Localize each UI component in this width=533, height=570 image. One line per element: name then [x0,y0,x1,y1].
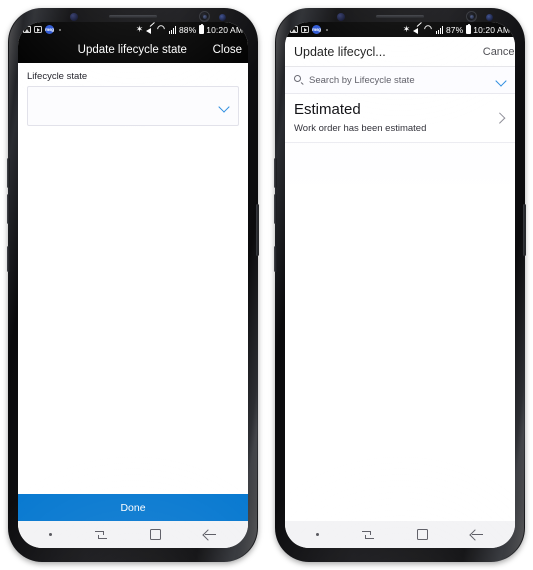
list-item-title: Estimated [294,101,361,118]
lifecycle-state-list: Estimated Work order has been estimated [285,94,515,143]
phone-device-right: msg ✶ 87% 10:20 AM Update lifecycl... Ca… [274,8,526,562]
lifecycle-state-label: Lifecycle state [27,71,88,82]
play-store-icon [301,26,309,33]
screen-right: msg ✶ 87% 10:20 AM Update lifecycl... Ca… [285,22,515,548]
app-badge-icon: msg [45,25,54,34]
battery-icon [198,24,204,34]
volume-up-button-right[interactable] [274,158,277,188]
volume-up-button[interactable] [7,158,10,188]
bluetooth-icon: ✶ [135,24,144,34]
status-bar-right: msg ✶ 87% 10:20 AM [285,22,515,37]
play-store-icon [34,26,42,33]
cancel-button[interactable]: Cancel [483,46,515,58]
battery-percent-label: 87% [445,24,464,35]
scene-root: msg ✶ 88% 10:20 AM Update lifecycle stat… [0,0,533,570]
assistant-button[interactable] [7,246,10,272]
wifi-icon [157,26,166,34]
gallery-icon [290,26,298,33]
signal-icon [435,26,444,34]
done-button[interactable]: Done [18,494,248,521]
overflow-dot-icon [59,28,61,31]
home-icon[interactable] [417,529,429,540]
status-bar-left-icons-right: msg [290,25,328,34]
list-item-subtitle: Work order has been estimated [294,122,427,134]
back-icon[interactable] [204,529,217,540]
notification-led-icon [486,14,493,21]
notification-led-icon [219,14,226,21]
status-bar-right-icons: ✶ 88% 10:20 AM [135,24,243,35]
volume-down-button[interactable] [7,194,10,224]
mute-icon [145,26,155,34]
proximity-sensor-icon [70,13,78,21]
system-nav-bar-left [18,521,248,548]
wifi-icon [424,26,433,34]
front-camera-icon [466,11,477,22]
search-bar[interactable]: Search by Lifecycle state [285,67,515,94]
page-title-right: Update lifecycl... [294,44,386,59]
recent-dot-icon[interactable] [316,533,320,536]
volume-down-button-right[interactable] [274,194,277,224]
recent-dot-icon[interactable] [49,533,53,536]
screen-left: msg ✶ 88% 10:20 AM Update lifecycle stat… [18,22,248,548]
app-header-right: Update lifecycl... Cancel [285,37,515,67]
chevron-down-icon[interactable] [496,75,507,86]
search-icon [294,75,304,85]
list-item-texts: Estimated Work order has been estimated [294,101,494,134]
signal-icon [168,26,177,34]
status-bar-left: msg ✶ 88% 10:20 AM [18,22,248,37]
multiwindow-icon[interactable] [94,529,108,540]
list-item[interactable]: Estimated Work order has been estimated [285,94,515,143]
clock-label: 10:20 AM [206,24,243,35]
chevron-right-icon[interactable] [494,111,506,123]
app-header-left: Update lifecycle state Close [18,37,248,63]
lifecycle-state-dropdown[interactable] [27,86,239,126]
gallery-icon [23,26,31,33]
front-camera-icon [199,11,210,22]
battery-percent-label: 88% [178,24,197,35]
close-button[interactable]: Close [213,44,242,56]
back-icon[interactable] [471,529,484,540]
status-bar-right-icons-right: ✶ 87% 10:20 AM [402,24,510,35]
system-nav-bar-right [285,521,515,548]
overflow-dot-icon [326,28,328,31]
chevron-down-icon[interactable] [219,101,230,112]
content-right: Search by Lifecycle state Estimated Work… [285,67,515,521]
power-button[interactable] [256,204,259,256]
status-bar-left-icons: msg [23,25,61,34]
home-icon[interactable] [150,529,162,540]
bluetooth-icon: ✶ [402,24,411,34]
app-badge-icon: msg [312,25,321,34]
mute-icon [412,26,422,34]
content-left: Lifecycle state [18,63,248,494]
page-title-left: Update lifecycle state [77,44,187,56]
phone-device-left: msg ✶ 88% 10:20 AM Update lifecycle stat… [7,8,259,562]
earpiece-speaker-icon [376,15,424,18]
clock-label: 10:20 AM [473,24,510,35]
proximity-sensor-icon [337,13,345,21]
search-input[interactable]: Search by Lifecycle state [309,75,491,86]
assistant-button-right[interactable] [274,246,277,272]
battery-icon [465,24,471,34]
multiwindow-icon[interactable] [361,529,375,540]
power-button-right[interactable] [523,204,526,256]
earpiece-speaker-icon [109,15,157,18]
